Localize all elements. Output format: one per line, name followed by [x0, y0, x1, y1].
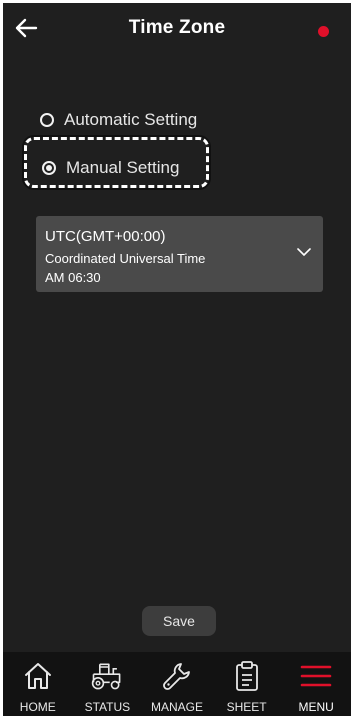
- automatic-setting-radio[interactable]: [40, 113, 54, 127]
- manual-setting-option[interactable]: Manual Setting: [42, 158, 179, 178]
- page-title: Time Zone: [128, 17, 226, 38]
- wrench-icon: [159, 658, 195, 694]
- automatic-setting-label: Automatic Setting: [64, 110, 198, 129]
- nav-item-home[interactable]: HOME: [3, 652, 73, 716]
- nav-label-menu: MENU: [298, 700, 334, 714]
- nav-item-manage[interactable]: MANAGE: [142, 652, 212, 716]
- home-icon: [20, 658, 56, 694]
- chevron-down-icon: [297, 248, 311, 256]
- manual-setting-label: Manual Setting: [66, 158, 180, 177]
- nav-item-sheet[interactable]: SHEET: [212, 652, 282, 716]
- nav-item-status[interactable]: STATUS: [73, 652, 143, 716]
- header: Time Zone: [3, 3, 351, 53]
- tractor-icon: [89, 658, 125, 694]
- timezone-name: Coordinated Universal Time: [45, 251, 206, 266]
- clipboard-icon: [229, 658, 265, 694]
- time-zone-screen: Time Zone Automatic Setting Manual Setti…: [3, 3, 351, 716]
- nav-label-manage: MANAGE: [150, 700, 203, 714]
- menu-icon: [298, 658, 334, 694]
- nav-label-status: STATUS: [84, 700, 131, 714]
- automatic-setting-option[interactable]: Automatic Setting: [40, 110, 197, 130]
- nav-item-menu[interactable]: MENU: [281, 652, 351, 716]
- status-indicator: [318, 26, 329, 37]
- manual-setting-radio[interactable]: [42, 161, 56, 175]
- save-button[interactable]: Save: [142, 606, 216, 636]
- nav-label-home: HOME: [19, 700, 56, 714]
- timezone-dropdown[interactable]: UTC(GMT+00:00) Coordinated Universal Tim…: [36, 216, 323, 292]
- timezone-time: AM 06:30: [45, 270, 101, 285]
- nav-label-sheet: SHEET: [226, 700, 267, 714]
- bottom-nav: HOME STATUS MANAGE SHEET MENU: [3, 652, 351, 716]
- timezone-code: UTC(GMT+00:00): [45, 228, 166, 245]
